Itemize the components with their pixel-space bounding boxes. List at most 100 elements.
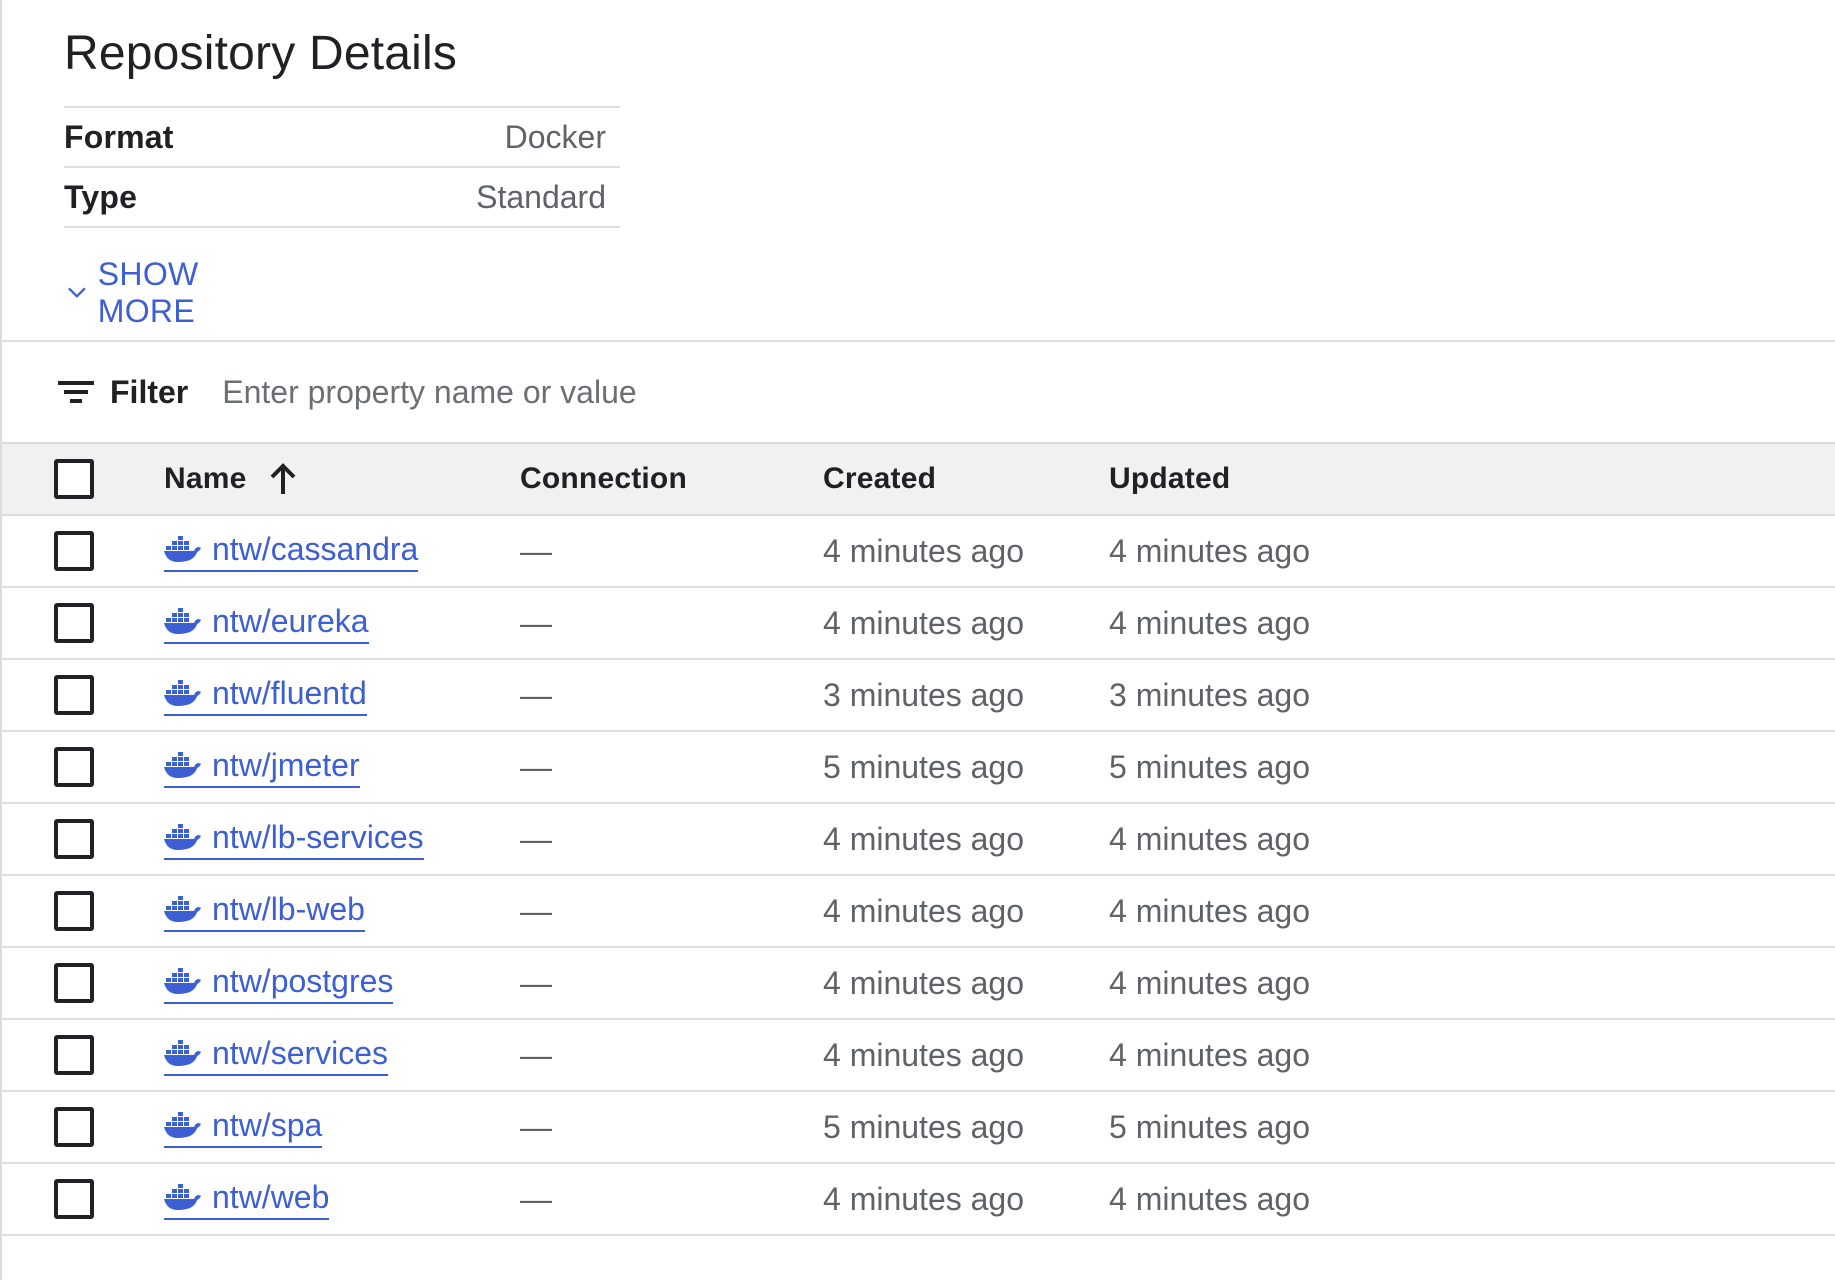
table-row: ntw/postgres — 4 minutes ago 4 minutes ago bbox=[2, 948, 1835, 1020]
created-cell: 4 minutes ago bbox=[823, 532, 1025, 569]
repository-link[interactable]: ntw/services bbox=[164, 1034, 389, 1076]
updated-cell: 4 minutes ago bbox=[1109, 532, 1311, 569]
property-value: Standard bbox=[476, 178, 606, 215]
docker-icon bbox=[164, 1039, 202, 1067]
connection-cell: — bbox=[520, 748, 552, 785]
row-checkbox[interactable] bbox=[54, 1179, 94, 1219]
repository-name: ntw/jmeter bbox=[212, 746, 360, 783]
repository-link[interactable]: ntw/spa bbox=[164, 1106, 323, 1148]
row-checkbox[interactable] bbox=[54, 1035, 94, 1075]
name-cell: ntw/spa bbox=[164, 1106, 323, 1148]
row-checkbox[interactable] bbox=[54, 1107, 94, 1147]
property-value: Docker bbox=[504, 118, 606, 155]
name-cell: ntw/fluentd bbox=[164, 675, 367, 716]
chevron-down-icon bbox=[68, 287, 86, 298]
repository-name: ntw/fluentd bbox=[212, 674, 367, 711]
table-row: ntw/spa — 5 minutes ago 5 minutes ago bbox=[2, 1092, 1835, 1164]
table-header: Name Connection Created Updated bbox=[2, 442, 1835, 516]
repository-name: ntw/lb-services bbox=[212, 818, 424, 855]
connection-cell: — bbox=[520, 1036, 552, 1073]
name-cell: ntw/eureka bbox=[164, 603, 369, 644]
updated-cell: 4 minutes ago bbox=[1109, 892, 1311, 929]
connection-cell: — bbox=[520, 1108, 552, 1145]
repository-link[interactable]: ntw/lb-services bbox=[164, 819, 424, 860]
column-header-name: Name bbox=[164, 462, 247, 495]
docker-icon bbox=[164, 535, 202, 563]
updated-cell: 4 minutes ago bbox=[1109, 964, 1311, 1001]
created-cell: 5 minutes ago bbox=[823, 748, 1025, 785]
docker-icon bbox=[164, 895, 202, 923]
repository-name: ntw/eureka bbox=[212, 602, 369, 639]
updated-cell: 5 minutes ago bbox=[1109, 1108, 1311, 1145]
property-row-format: Format Docker bbox=[64, 108, 620, 168]
name-cell: ntw/jmeter bbox=[164, 747, 360, 788]
connection-cell: — bbox=[520, 1180, 552, 1217]
connection-cell: — bbox=[520, 820, 552, 857]
show-more-button[interactable]: SHOW MORE bbox=[68, 256, 213, 330]
table-row: ntw/services — 4 minutes ago 4 minutes ago bbox=[2, 1020, 1835, 1092]
docker-icon bbox=[164, 1111, 202, 1139]
filter-bar: Filter bbox=[2, 342, 1835, 442]
filter-list-icon[interactable] bbox=[58, 378, 94, 406]
name-cell: ntw/services bbox=[164, 1034, 389, 1076]
updated-cell: 3 minutes ago bbox=[1109, 676, 1311, 713]
table-row: ntw/lb-web — 4 minutes ago 4 minutes ago bbox=[2, 876, 1835, 948]
row-checkbox[interactable] bbox=[54, 819, 94, 859]
property-key: Format bbox=[64, 118, 174, 155]
name-cell: ntw/lb-web bbox=[164, 891, 365, 932]
docker-icon bbox=[164, 967, 202, 995]
connection-cell: — bbox=[520, 892, 552, 929]
repository-link[interactable]: ntw/cassandra bbox=[164, 530, 419, 572]
connection-cell: — bbox=[520, 676, 552, 713]
column-header-updated[interactable]: Updated bbox=[1109, 462, 1230, 496]
row-checkbox[interactable] bbox=[54, 891, 94, 931]
arrow-up-icon[interactable] bbox=[269, 462, 297, 496]
created-cell: 4 minutes ago bbox=[823, 820, 1025, 857]
updated-cell: 4 minutes ago bbox=[1109, 1180, 1311, 1217]
repository-name: ntw/cassandra bbox=[212, 530, 419, 567]
created-cell: 4 minutes ago bbox=[823, 604, 1025, 641]
docker-icon bbox=[164, 1183, 202, 1211]
repository-link[interactable]: ntw/lb-web bbox=[164, 891, 365, 932]
name-cell: ntw/web bbox=[164, 1178, 330, 1220]
column-header-created[interactable]: Created bbox=[823, 462, 936, 496]
repository-name: ntw/services bbox=[212, 1034, 389, 1071]
row-checkbox[interactable] bbox=[54, 531, 94, 571]
row-checkbox[interactable] bbox=[54, 963, 94, 1003]
row-checkbox[interactable] bbox=[54, 747, 94, 787]
property-key: Type bbox=[64, 178, 138, 215]
page-title: Repository Details bbox=[64, 27, 458, 80]
table-row: ntw/web — 4 minutes ago 4 minutes ago bbox=[2, 1164, 1835, 1236]
repository-page: Repository Details Format Docker Type St… bbox=[0, 0, 1835, 1280]
select-all-checkbox[interactable] bbox=[54, 459, 94, 499]
name-cell: ntw/postgres bbox=[164, 963, 394, 1004]
name-column-header[interactable]: Name bbox=[164, 462, 297, 496]
properties-table: Format Docker Type Standard bbox=[64, 106, 620, 228]
row-checkbox[interactable] bbox=[54, 603, 94, 643]
connection-cell: — bbox=[520, 532, 552, 569]
repository-name: ntw/lb-web bbox=[212, 890, 365, 927]
docker-icon bbox=[164, 751, 202, 779]
filter-input[interactable] bbox=[222, 373, 1023, 411]
created-cell: 3 minutes ago bbox=[823, 676, 1025, 713]
table-row: ntw/fluentd — 3 minutes ago 3 minutes ago bbox=[2, 660, 1835, 732]
repository-link[interactable]: ntw/fluentd bbox=[164, 675, 367, 716]
created-cell: 4 minutes ago bbox=[823, 892, 1025, 929]
repository-name: ntw/spa bbox=[212, 1106, 323, 1143]
name-cell: ntw/cassandra bbox=[164, 530, 419, 572]
repository-link[interactable]: ntw/postgres bbox=[164, 963, 394, 1004]
column-header-connection[interactable]: Connection bbox=[520, 462, 687, 496]
repository-link[interactable]: ntw/jmeter bbox=[164, 747, 360, 788]
table-row: ntw/cassandra — 4 minutes ago 4 minutes ago bbox=[2, 516, 1835, 588]
repository-link[interactable]: ntw/eureka bbox=[164, 603, 369, 644]
updated-cell: 4 minutes ago bbox=[1109, 1036, 1311, 1073]
created-cell: 4 minutes ago bbox=[823, 1036, 1025, 1073]
docker-icon bbox=[164, 607, 202, 635]
repository-link[interactable]: ntw/web bbox=[164, 1178, 330, 1220]
connection-cell: — bbox=[520, 604, 552, 641]
property-row-type: Type Standard bbox=[64, 168, 620, 228]
repository-name: ntw/web bbox=[212, 1178, 330, 1215]
row-checkbox[interactable] bbox=[54, 675, 94, 715]
updated-cell: 4 minutes ago bbox=[1109, 820, 1311, 857]
filter-label: Filter bbox=[110, 373, 189, 410]
